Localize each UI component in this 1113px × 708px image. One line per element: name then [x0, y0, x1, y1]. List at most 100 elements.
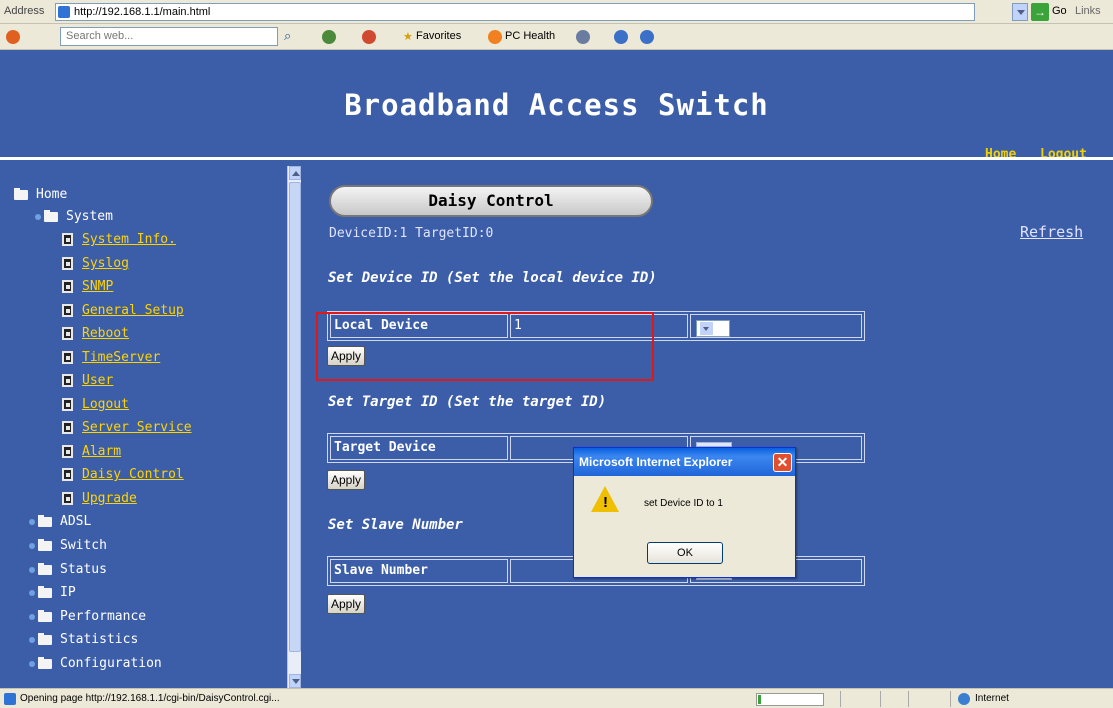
section-title: Daisy Control [428, 191, 554, 210]
sidebar-scrollbar[interactable] [287, 166, 301, 688]
address-label: Address [4, 5, 45, 17]
toolbar-icon-d[interactable] [614, 30, 628, 44]
help-icon[interactable] [640, 30, 654, 44]
browser-toolbar: Search web... ⌕ ★ Favorites PC Health [0, 24, 1113, 50]
tree-item-label: ADSL [60, 514, 92, 529]
sidebar-tree: Home System System Info. Syslog SNMP Gen… [0, 160, 300, 688]
go-arrow-icon[interactable]: → [1031, 3, 1049, 21]
close-icon[interactable]: ✕ [773, 453, 792, 472]
address-bar: Address http://192.168.1.1/main.html → G… [0, 0, 1113, 24]
page-icon [62, 398, 73, 411]
dialog-titlebar[interactable]: Microsoft Internet Explorer ✕ [574, 448, 795, 476]
refresh-link[interactable]: Refresh [1020, 223, 1083, 241]
go-button[interactable]: Go [1052, 5, 1067, 17]
toolbar-icon-a[interactable] [322, 30, 336, 44]
expand-icon[interactable] [29, 543, 35, 549]
links-button[interactable]: Links [1075, 5, 1101, 17]
target-device-label: Target Device [334, 440, 436, 455]
address-url: http://192.168.1.1/main.html [74, 6, 211, 18]
search-web-input[interactable]: Search web... [60, 27, 278, 46]
set-target-title: Set Target ID (Set the target ID) [328, 394, 607, 410]
page-icon [62, 492, 73, 505]
toolbar-icon-b[interactable] [362, 30, 376, 44]
local-device-select-cell: 0 [690, 314, 862, 338]
apply-local-device-button[interactable]: Apply [327, 346, 365, 366]
load-progress-bar [756, 693, 824, 706]
page-banner: Broadband Access Switch Home Logout [0, 50, 1113, 162]
tree-item-label: IP [60, 585, 76, 600]
expand-icon[interactable] [29, 614, 35, 620]
tree-item-label: User [82, 373, 114, 388]
page-icon [62, 304, 73, 317]
favorites-star-icon: ★ [403, 31, 413, 43]
frame-divider [301, 160, 315, 688]
page-icon [62, 445, 73, 458]
page-title: Broadband Access Switch [344, 88, 769, 122]
tree-item-label: Alarm [82, 444, 122, 459]
local-device-value: 1 [514, 318, 522, 333]
chevron-down-icon[interactable] [700, 322, 713, 335]
search-provider-icon[interactable] [6, 30, 20, 44]
scroll-up-icon[interactable] [289, 166, 301, 180]
browser-status-bar: Opening page http://192.168.1.1/cgi-bin/… [0, 688, 1113, 708]
current-ids: DeviceID:1 TargetID:0 [329, 226, 494, 241]
page-icon [62, 327, 73, 340]
slave-number-label: Slave Number [334, 563, 428, 578]
pc-health-button[interactable]: PC Health [505, 30, 555, 42]
page-icon [62, 257, 73, 270]
status-divider [950, 691, 951, 707]
apply-slave-number-button[interactable]: Apply [327, 594, 365, 614]
status-divider [908, 691, 909, 707]
set-slave-title: Set Slave Number [328, 517, 463, 533]
folder-icon [38, 563, 52, 575]
expand-icon[interactable] [29, 519, 35, 525]
alert-dialog: Microsoft Internet Explorer ✕ ! set Devi… [573, 447, 796, 578]
favorites-button[interactable]: Favorites [416, 30, 461, 42]
folder-icon [38, 539, 52, 551]
dialog-title: Microsoft Internet Explorer [579, 455, 733, 469]
expand-icon[interactable] [29, 637, 35, 643]
tree-item-label: Statistics [60, 632, 139, 647]
dialog-message: set Device ID to 1 [644, 498, 723, 509]
tree-item-label: General Setup [82, 303, 184, 318]
local-device-value-cell: 1 [510, 314, 688, 338]
tree-item-label: Upgrade [82, 491, 137, 506]
address-input[interactable]: http://192.168.1.1/main.html [55, 3, 975, 21]
tree-item-label: Status [60, 562, 107, 577]
status-divider [840, 691, 841, 707]
tree-item-label: Home [36, 187, 68, 202]
search-icon[interactable]: ⌕ [284, 28, 291, 44]
tree-item-label: System Info. [82, 232, 176, 247]
page-icon [58, 6, 70, 18]
tree-item-label: TimeServer [82, 350, 161, 365]
section-header: Daisy Control [329, 185, 653, 217]
scrollbar-thumb[interactable] [289, 182, 301, 652]
main-content: Daisy Control DeviceID:1 TargetID:0 Refr… [315, 160, 1113, 688]
warning-exclamation: ! [603, 494, 608, 511]
expand-icon[interactable] [29, 661, 35, 667]
local-device-select[interactable]: 0 [696, 320, 730, 337]
apply-target-device-button[interactable]: Apply [327, 470, 365, 490]
local-device-label: Local Device [334, 318, 428, 333]
tree-item-label: Server Service [82, 420, 192, 435]
ok-button[interactable]: OK [647, 542, 723, 564]
tree-item-label: Syslog [82, 256, 129, 271]
toolbar-icon-c[interactable] [576, 30, 590, 44]
page-icon [62, 351, 73, 364]
tree-item-label: Daisy Control [82, 467, 184, 482]
folder-icon [38, 586, 52, 598]
local-device-row: Local Device 1 0 [327, 311, 865, 341]
folder-icon [38, 633, 52, 645]
slave-number-label-cell: Slave Number [330, 559, 508, 583]
tree-item-label: Switch [60, 538, 107, 553]
address-dropdown-button[interactable] [1012, 3, 1028, 21]
expand-icon[interactable] [29, 590, 35, 596]
scroll-down-icon[interactable] [289, 674, 301, 688]
pc-health-icon [488, 30, 502, 44]
expand-icon[interactable] [29, 567, 35, 573]
tree-item-label: Logout [82, 397, 129, 412]
status-text: Opening page http://192.168.1.1/cgi-bin/… [20, 693, 280, 704]
tree-item-label: Performance [60, 609, 147, 624]
collapse-icon[interactable] [35, 214, 41, 220]
target-device-label-cell: Target Device [330, 436, 508, 460]
